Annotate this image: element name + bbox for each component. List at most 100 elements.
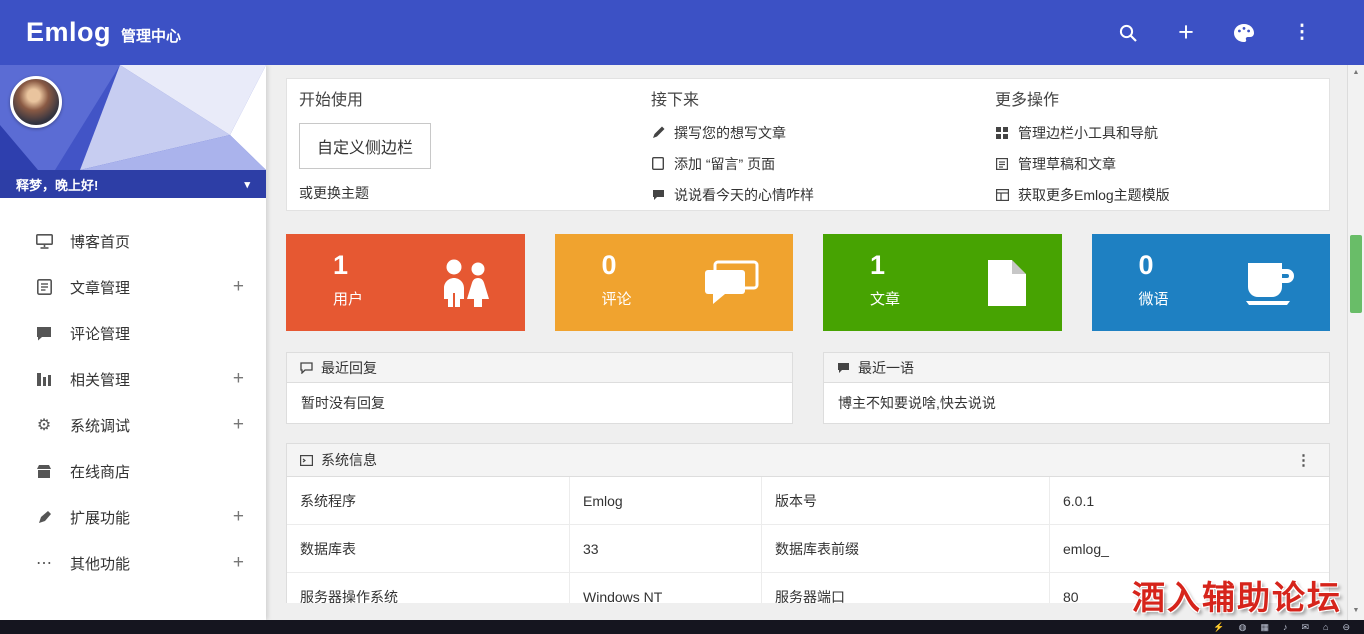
panel-title: 最近一语: [858, 359, 914, 376]
manage-drafts-link[interactable]: 管理草稿和文章: [995, 148, 1325, 179]
comments-icon: [703, 260, 759, 306]
users-stat-tile[interactable]: 1 用户: [286, 234, 525, 331]
link-label: 添加 “留言” 页面: [674, 155, 776, 172]
comments-label: 评论: [601, 291, 632, 308]
sidebar-item-label: 评论管理: [70, 325, 131, 343]
articles-stat-tile[interactable]: 1 文章: [823, 234, 1062, 331]
sidebar-item-comments[interactable]: 评论管理: [0, 310, 266, 356]
scrollbar-thumb[interactable]: [1350, 235, 1362, 313]
layout-icon: [995, 188, 1009, 201]
row-value: 33: [569, 525, 761, 572]
tray-record-icon[interactable]: ◍: [1239, 622, 1247, 632]
row-key: 数据库表: [300, 540, 356, 557]
row-value: Emlog: [569, 477, 761, 524]
row-key: 系统程序: [300, 492, 356, 509]
sidebar-item-blog-home[interactable]: 博客首页: [0, 218, 266, 264]
panels-row: 最近回复 暂时没有回复 最近一语 博主不知要说啥,快去说说: [286, 352, 1330, 424]
recent-words-header: 最近一语: [823, 352, 1330, 383]
expand-icon[interactable]: +: [233, 506, 244, 528]
add-icon[interactable]: +: [1174, 17, 1198, 47]
customize-sidebar-button[interactable]: 自定义侧边栏: [299, 123, 432, 169]
scroll-down-arrow[interactable]: ▼: [1348, 603, 1364, 618]
add-page-link[interactable]: 添加 “留言” 页面: [651, 148, 981, 179]
table-row: 服务器操作系统 Windows NT 服务器端口 80: [287, 573, 1329, 603]
more-actions-title: 更多操作: [995, 92, 1060, 109]
greeting-text: 释梦，晚上好!: [16, 177, 99, 193]
link-label: 管理草稿和文章: [1018, 155, 1116, 172]
get-started-title: 开始使用: [299, 92, 364, 109]
link-label: 说说看今天的心情咋样: [674, 186, 814, 203]
recent-replies-header: 最近回复: [286, 352, 793, 383]
sidebar-item-label: 文章管理: [70, 279, 131, 297]
comments-stat-tile[interactable]: 0 评论: [554, 234, 793, 331]
next-steps-list: 撰写您的想写文章 添加 “留言” 页面 说说看今天的心情咋样: [651, 117, 981, 210]
recent-replies-body: 暂时没有回复: [286, 383, 793, 424]
link-label: 撰写您的想写文章: [674, 124, 786, 141]
sidebar: 释梦，晚上好! ▾ 博客首页 文章管理 + 评论管理 相关管理 + ⚙ 系统调试…: [0, 65, 266, 620]
panel-more-icon[interactable]: ⋮: [1290, 451, 1317, 469]
sidebar-item-extensions[interactable]: 扩展功能 +: [0, 494, 266, 540]
navbar-actions: + ⋮: [1116, 17, 1314, 47]
row-key: 数据库表前缀: [761, 525, 1049, 572]
users-count: 1: [333, 250, 349, 280]
sidebar-item-label: 系统调试: [70, 417, 131, 435]
row-value: 6.0.1: [1049, 477, 1329, 524]
users-icon: [439, 259, 491, 307]
more-actions-list: 管理边栏小工具和导航 管理草稿和文章 获取更多Emlog主题模版: [995, 117, 1325, 210]
user-avatar[interactable]: [10, 76, 62, 128]
pen-icon: [34, 510, 54, 525]
microblog-label: 微语: [1138, 291, 1169, 308]
get-themes-link[interactable]: 获取更多Emlog主题模版: [995, 179, 1325, 210]
more-menu-icon[interactable]: ⋮: [1290, 21, 1314, 45]
sidebar-item-other[interactable]: ⋯ 其他功能 +: [0, 540, 266, 586]
next-steps-column: 接下来 撰写您的想写文章 添加 “留言” 页面 说说看今天的心情咋样: [651, 79, 981, 210]
table-row: 系统程序 Emlog 版本号 6.0.1: [287, 477, 1329, 525]
admin-center-title: 管理中心: [121, 27, 182, 45]
sidebar-item-system-debug[interactable]: ⚙ 系统调试 +: [0, 402, 266, 448]
greeting-bar[interactable]: 释梦，晚上好! ▾: [0, 170, 266, 198]
post-mood-link[interactable]: 说说看今天的心情咋样: [651, 179, 981, 210]
sidebar-item-store[interactable]: 在线商店: [0, 448, 266, 494]
sidebar-menu: 博客首页 文章管理 + 评论管理 相关管理 + ⚙ 系统调试 + 在线商店 扩展…: [0, 198, 266, 586]
tray-mail-icon[interactable]: ✉: [1301, 622, 1309, 632]
row-value: emlog_: [1049, 525, 1329, 572]
monitor-icon: [34, 233, 54, 249]
panel-title: 最近回复: [321, 359, 377, 376]
tray-flash-icon[interactable]: ⚡: [1213, 622, 1224, 632]
scroll-up-arrow[interactable]: ▲: [1348, 65, 1364, 80]
ellipsis-icon: ⋯: [36, 555, 52, 572]
microblog-count: 0: [1138, 250, 1154, 280]
main-content: 开始使用 自定义侧边栏 或更换主题 接下来 撰写您的想写文章 添加 “留言” 页…: [266, 65, 1347, 603]
get-started-column: 开始使用 自定义侧边栏 或更换主题: [299, 79, 629, 210]
expand-icon[interactable]: +: [233, 552, 244, 574]
system-info-title: 系统信息: [321, 452, 377, 468]
palette-icon[interactable]: [1232, 21, 1256, 45]
microblog-stat-tile[interactable]: 0 微语: [1091, 234, 1330, 331]
tray-home-icon[interactable]: ⌂: [1323, 622, 1328, 632]
vertical-scrollbar[interactable]: ▲ ▼: [1347, 65, 1364, 620]
expand-icon[interactable]: +: [233, 414, 244, 436]
change-theme-link[interactable]: 或更换主题: [299, 183, 369, 203]
welcome-card: 开始使用 自定义侧边栏 或更换主题 接下来 撰写您的想写文章 添加 “留言” 页…: [286, 78, 1330, 211]
tray-music-icon[interactable]: ♪: [1283, 622, 1288, 632]
sidebar-item-label: 扩展功能: [70, 509, 131, 527]
tray-grid-icon[interactable]: ▦: [1260, 622, 1269, 632]
sidebar-item-articles[interactable]: 文章管理 +: [0, 264, 266, 310]
sidebar-item-related[interactable]: 相关管理 +: [0, 356, 266, 402]
manage-widgets-link[interactable]: 管理边栏小工具和导航: [995, 117, 1325, 148]
gear-icon: ⚙: [36, 417, 52, 434]
emlog-logo[interactable]: Emlog: [26, 17, 111, 48]
comment-icon: [34, 326, 54, 341]
search-icon[interactable]: [1116, 21, 1140, 45]
article-icon: [34, 279, 54, 295]
tray-zoom-icon[interactable]: ⊖: [1342, 622, 1350, 632]
expand-icon[interactable]: +: [233, 368, 244, 390]
recent-words-panel: 最近一语 博主不知要说啥,快去说说: [823, 352, 1330, 424]
expand-icon[interactable]: +: [233, 276, 244, 298]
write-article-link[interactable]: 撰写您的想写文章: [651, 117, 981, 148]
sidebar-item-label: 在线商店: [70, 463, 131, 481]
page-icon: [651, 157, 665, 170]
more-actions-column: 更多操作 管理边栏小工具和导航 管理草稿和文章 获取更多Emlog主题模版: [995, 79, 1325, 210]
widgets-grid-icon: [995, 126, 1009, 139]
pencil-icon: [651, 126, 665, 139]
